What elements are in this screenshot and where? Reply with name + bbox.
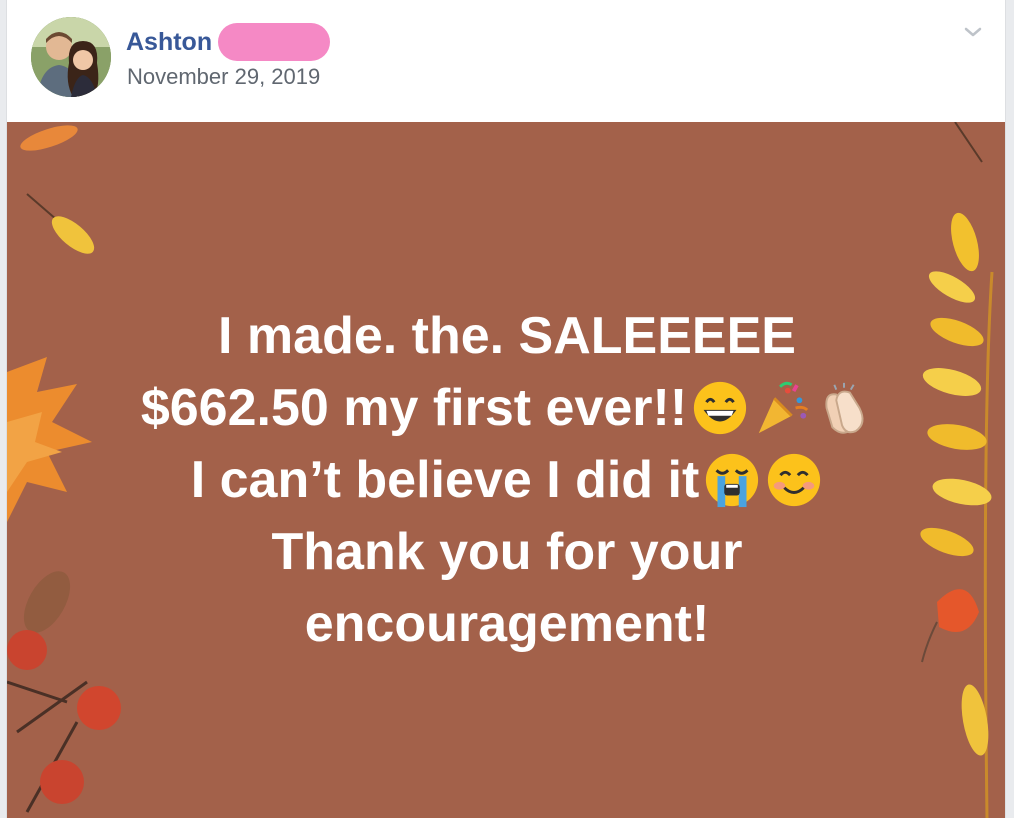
message-line-3: I can’t believe I did it	[191, 444, 824, 516]
message-line-1-text: I made. the. SALEEEEE	[218, 307, 796, 365]
smiling-face-icon	[768, 453, 821, 507]
profile-avatar[interactable]	[31, 17, 111, 97]
chevron-down-icon[interactable]	[963, 22, 983, 42]
grinning-face-icon	[694, 381, 747, 435]
redaction-mark	[218, 23, 331, 61]
message-line-5: encouragement!	[305, 588, 710, 660]
crying-face-icon	[706, 453, 759, 508]
feed-post: Ashton November 29, 2019 I made. the. SA…	[6, 0, 1006, 818]
avatar-photo	[31, 17, 111, 97]
author-name[interactable]: Ashton	[126, 23, 331, 61]
message-line-1: I made. the. SALEEEEE	[218, 300, 796, 372]
post-timestamp[interactable]: November 29, 2019	[127, 64, 320, 90]
message-line-5-text: encouragement!	[304, 595, 710, 653]
message-line-4: Thank you for your	[272, 516, 743, 588]
message-line-3-text: I can’t believe I did it	[190, 451, 700, 509]
message-line-2: $662.50 my first ever!!	[141, 372, 873, 444]
clapping-hands-icon	[825, 382, 864, 434]
message-line-2-text: $662.50 my first ever!!	[140, 379, 688, 437]
message-line-4-text: Thank you for your	[271, 523, 743, 581]
author-name-text[interactable]: Ashton	[126, 28, 212, 57]
status-message: I made. the. SALEEEEE $662.50 my first e…	[7, 122, 1005, 818]
party-popper-icon	[758, 381, 809, 434]
status-background-card: I made. the. SALEEEEE $662.50 my first e…	[7, 122, 1005, 818]
post-header: Ashton November 29, 2019	[7, 0, 1005, 122]
